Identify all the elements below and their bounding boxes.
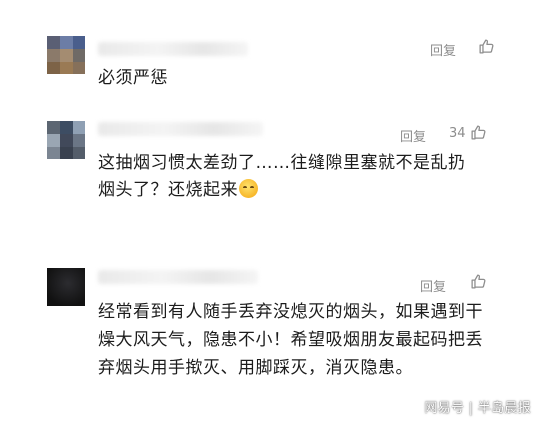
username-blurred[interactable]	[98, 270, 258, 284]
thumbs-up-icon[interactable]	[470, 273, 487, 290]
avatar[interactable]	[47, 268, 85, 306]
watermark: 网易号 | 半岛晨报	[424, 401, 531, 416]
comment-item: 回复 经常看到有人随手丢弃没熄灭的烟头，如果遇到干燥大风天气，隐患不小！希望吸烟…	[0, 0, 549, 429]
comment-text: 经常看到有人随手丢弃没熄灭的烟头，如果遇到干燥大风天气，隐患不小！希望吸烟朋友最…	[98, 302, 483, 378]
reply-button[interactable]: 回复	[420, 276, 446, 295]
